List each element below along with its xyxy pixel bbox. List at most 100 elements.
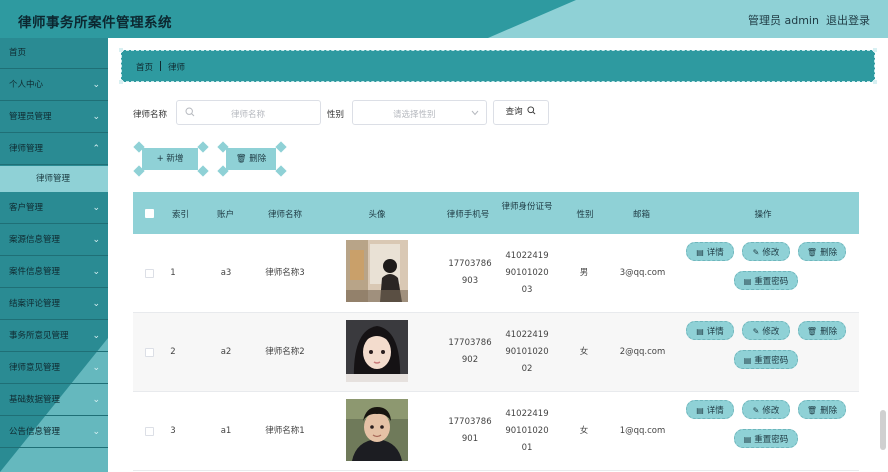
document-icon: ▤ — [696, 248, 704, 257]
add-button[interactable]: + 新增 — [142, 148, 198, 170]
cell-email: 3@qq.com — [619, 268, 666, 278]
cell-account: a2 — [220, 347, 232, 357]
chevron-down-icon: ⌄ — [92, 80, 100, 90]
cell-id-card-line: 90101020 — [505, 426, 549, 436]
reset-password-button[interactable]: ▤ 重置密码 — [734, 429, 798, 448]
button-corner-decoration — [275, 141, 287, 153]
row-checkbox[interactable] — [145, 348, 154, 357]
edit-button[interactable]: ✎ 修改 — [742, 400, 790, 419]
column-header-name: 律师名称 — [267, 210, 302, 220]
cell-index: 1 — [170, 268, 176, 278]
reset-password-button[interactable]: ▤ 重置密码 — [734, 271, 798, 290]
sidebar-subitem-lawyer-management[interactable]: 律师管理 — [0, 166, 108, 192]
corner-dot — [119, 80, 123, 84]
cell-index: 2 — [170, 347, 176, 357]
delete-button[interactable]: 🗑 删除 — [798, 400, 846, 419]
sidebar-item-firm-opinions[interactable]: 事务所意见管理 ⌄ — [0, 321, 108, 352]
reset-password-button-label: 重置密码 — [754, 277, 789, 287]
edit-button-label: 修改 — [762, 406, 780, 416]
cell-id-card-line: 41022419 — [505, 330, 549, 340]
table-row: 2 a2 律师名称2 17703786 902 41022419 9010102… — [133, 313, 859, 392]
gender-select[interactable]: 请选择性别 — [352, 100, 487, 125]
edit-button-label: 修改 — [762, 248, 780, 258]
cell-phone: 17703786 902 — [440, 335, 500, 369]
pencil-icon: ✎ — [752, 327, 760, 336]
sidebar-item-label: 案源信息管理 — [9, 235, 61, 245]
edit-button[interactable]: ✎ 修改 — [742, 321, 790, 340]
cell-account: a3 — [220, 268, 232, 278]
sidebar-item-admins[interactable]: 管理员管理 ⌄ — [0, 102, 108, 133]
cell-id-card-line: 41022419 — [505, 251, 549, 261]
cell-gender: 女 — [579, 426, 589, 436]
name-search-input[interactable]: 律师名称 — [176, 100, 321, 125]
vertical-scrollbar[interactable] — [880, 410, 886, 450]
document-icon: ▤ — [743, 435, 752, 444]
sidebar-item-label: 案件信息管理 — [9, 267, 61, 277]
name-search-placeholder: 律师名称 — [231, 110, 266, 120]
pencil-icon: ✎ — [752, 248, 760, 257]
add-button-label: 新增 — [166, 154, 184, 164]
delete-button[interactable]: 🗑 删除 — [798, 242, 846, 261]
cell-gender: 女 — [579, 347, 589, 357]
breadcrumb: 首页 律师 — [136, 61, 185, 73]
detail-button[interactable]: ▤ 详情 — [686, 400, 734, 419]
logout-link[interactable]: 退出登录 — [826, 12, 870, 28]
cell-account: a1 — [220, 426, 232, 436]
lawyer-avatar-photo — [346, 399, 408, 461]
row-checkbox[interactable] — [145, 427, 154, 436]
sidebar-item-label: 公告信息管理 — [9, 427, 61, 437]
cell-phone-line: 903 — [461, 276, 479, 286]
sidebar-item-label: 首页 — [9, 48, 27, 58]
corner-dot — [873, 48, 877, 52]
gender-filter-label: 性别 — [327, 110, 345, 120]
breadcrumb-home[interactable]: 首页 — [136, 63, 153, 73]
button-corner-decoration — [197, 165, 209, 177]
table-row: 3 a1 律师名称1 17703786 901 41022419 9010102… — [133, 392, 859, 471]
query-button-label: 查询 — [505, 107, 523, 117]
sidebar-subitem-label: 律师管理 — [36, 174, 71, 184]
sidebar-item-label: 基础数据管理 — [9, 395, 61, 405]
sidebar-item-label: 律师意见管理 — [9, 363, 61, 373]
search-icon — [527, 106, 536, 115]
detail-button[interactable]: ▤ 详情 — [686, 242, 734, 261]
row-checkbox[interactable] — [145, 269, 154, 278]
column-header-gender: 性别 — [576, 210, 594, 220]
sidebar-item-lawyers[interactable]: 律师管理 ⌃ — [0, 134, 108, 165]
sidebar-item-lawyer-opinions[interactable]: 律师意见管理 ⌄ — [0, 353, 108, 384]
sidebar-item-label: 事务所意见管理 — [9, 331, 69, 341]
query-button[interactable]: 查询 — [493, 100, 549, 125]
sidebar-menu: 首页 个人中心 ⌄ 管理员管理 ⌄ 律师管理 ⌃ 律师管理 客户管理 ⌄ 案源信… — [0, 38, 108, 472]
reset-password-button[interactable]: ▤ 重置密码 — [734, 350, 798, 369]
document-icon: ▤ — [743, 356, 752, 365]
detail-button[interactable]: ▤ 详情 — [686, 321, 734, 340]
sidebar-item-label: 个人中心 — [9, 80, 44, 90]
sidebar-item-cases[interactable]: 案件信息管理 ⌄ — [0, 257, 108, 288]
cell-email: 1@qq.com — [619, 426, 666, 436]
breadcrumb-bar: 首页 律师 — [119, 48, 877, 84]
edit-button[interactable]: ✎ 修改 — [742, 242, 790, 261]
column-header-index: 索引 — [171, 210, 189, 220]
column-header-email: 邮箱 — [632, 210, 650, 220]
current-user-label: 管理员 admin — [748, 14, 819, 27]
sidebar-item-announcements[interactable]: 公告信息管理 ⌄ — [0, 417, 108, 448]
select-all-checkbox[interactable] — [145, 209, 154, 218]
cell-id-card-line: 90101020 — [505, 268, 549, 278]
sidebar-item-clients[interactable]: 客户管理 ⌄ — [0, 193, 108, 224]
bulk-delete-button-label: 删除 — [249, 154, 267, 164]
sidebar-item-closing-reviews[interactable]: 结案评论管理 ⌄ — [0, 289, 108, 320]
sidebar-item-base-data[interactable]: 基础数据管理 ⌄ — [0, 385, 108, 416]
top-header: 律师事务所案件管理系统 管理员 admin 退出登录 — [0, 0, 888, 38]
reset-password-button-label: 重置密码 — [754, 435, 789, 445]
cell-phone: 17703786 903 — [440, 256, 500, 290]
delete-button[interactable]: 🗑 删除 — [798, 321, 846, 340]
chevron-down-icon: ⌄ — [92, 267, 100, 277]
document-icon: ▤ — [696, 327, 704, 336]
sidebar-item-home[interactable]: 首页 — [0, 38, 108, 69]
pencil-icon: ✎ — [752, 406, 760, 415]
sidebar-item-profile[interactable]: 个人中心 ⌄ — [0, 70, 108, 101]
bulk-delete-button[interactable]: 🗑 删除 — [226, 148, 276, 170]
sidebar-item-case-sources[interactable]: 案源信息管理 ⌄ — [0, 225, 108, 256]
button-corner-decoration — [275, 165, 287, 177]
cell-id-card: 41022419 90101020 02 — [497, 327, 557, 378]
gender-select-placeholder: 请选择性别 — [393, 110, 436, 120]
